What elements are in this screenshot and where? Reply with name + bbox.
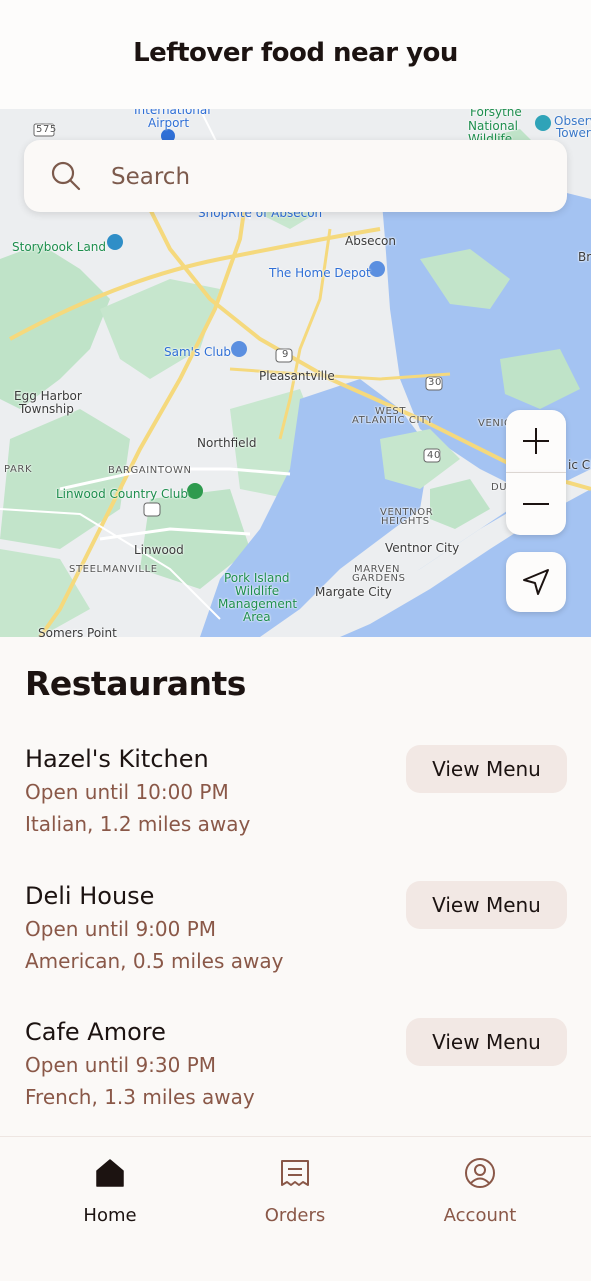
map-label-gardens: GARDENS	[352, 573, 406, 584]
restaurant-info: Italian, 1.2 miles away	[25, 812, 251, 836]
map-label-home-depot: The Home Depot	[269, 266, 371, 280]
map-label-egg-harbor: Egg Harbor	[14, 389, 82, 403]
map-label-park: PARK	[4, 464, 33, 475]
nav-label-account: Account	[443, 1205, 517, 1226]
search-icon	[51, 161, 81, 191]
restaurant-hours: Open until 10:00 PM	[25, 780, 229, 804]
restaurant-name: Cafe Amore	[25, 1018, 166, 1046]
page-title: Leftover food near you	[133, 38, 458, 68]
bottom-navigation: Home Orders Account	[0, 1136, 591, 1281]
restaurant-item: Cafe Amore Open until 9:30 PM French, 1.…	[0, 1018, 591, 1128]
view-menu-button[interactable]: View Menu	[406, 1018, 567, 1066]
zoom-out-button[interactable]	[506, 473, 566, 535]
map-label-somers-point: Somers Point	[38, 626, 117, 637]
map-label-margate-city: Margate City	[315, 585, 392, 599]
map-label-bargaintown: BARGAINTOWN	[108, 465, 192, 476]
map-label-linwood-cc: Linwood Country Club	[56, 487, 188, 501]
restaurant-hours: Open until 9:00 PM	[25, 917, 217, 941]
map-label-atlantic-city: ATLANTIC CITY	[352, 415, 434, 426]
minus-icon	[523, 503, 549, 505]
map-label-absecon: Absecon	[345, 234, 397, 248]
view-menu-button[interactable]: View Menu	[406, 881, 567, 929]
map-label-route-575: 575	[36, 124, 57, 135]
restaurant-info: French, 1.3 miles away	[25, 1085, 255, 1109]
my-location-button[interactable]	[506, 552, 566, 612]
nav-item-home[interactable]: Home	[30, 1137, 190, 1247]
receipt-icon	[281, 1160, 309, 1186]
restaurant-info: American, 0.5 miles away	[25, 949, 284, 973]
map-label-steelmanville: STEELMANVILLE	[69, 564, 158, 575]
restaurants-heading: Restaurants	[25, 664, 246, 703]
map-label-route-40: 40	[427, 450, 441, 461]
map-label-sams-club: Sam's Club	[164, 345, 231, 359]
map-label-forsythe: Forsythe	[470, 109, 522, 119]
map-label-route-30: 30	[428, 377, 442, 388]
view-menu-button[interactable]: View Menu	[406, 745, 567, 793]
map-label-management: Management	[218, 597, 298, 611]
map-label-ventnor-city: Ventnor City	[385, 541, 460, 555]
restaurant-name: Hazel's Kitchen	[25, 745, 209, 773]
nav-label-home: Home	[83, 1205, 137, 1226]
search-input[interactable]	[109, 140, 533, 214]
map-label-pork-island: Pork Island	[224, 571, 290, 585]
restaurant-hours: Open until 9:30 PM	[25, 1053, 217, 1077]
app-header: Leftover food near you	[0, 0, 591, 109]
search-bar[interactable]	[24, 140, 567, 214]
nav-label-orders: Orders	[264, 1205, 326, 1226]
restaurant-item: Deli House Open until 9:00 PM American, …	[0, 881, 591, 992]
restaurant-name: Deli House	[25, 882, 155, 910]
map-label-linwood: Linwood	[134, 543, 184, 557]
map-label-tower: Tower	[556, 126, 591, 140]
map-label-pleasantville: Pleasantville	[259, 369, 335, 383]
navigation-arrow-icon	[523, 569, 549, 595]
map-label-storybook-land: Storybook Land	[12, 240, 107, 254]
home-icon	[96, 1159, 124, 1187]
zoom-in-button[interactable]	[506, 410, 566, 472]
account-icon	[465, 1158, 495, 1188]
nav-item-orders[interactable]: Orders	[215, 1137, 375, 1247]
map-label-airport-2: Airport	[148, 116, 190, 130]
restaurant-item: Hazel's Kitchen Open until 10:00 PM Ital…	[0, 745, 591, 855]
map-label-ic-city: ic Cit	[568, 458, 591, 472]
map-label-heights: HEIGHTS	[381, 516, 430, 527]
map-label-national: National	[468, 119, 519, 133]
map-label-wildlife-2: Wildlife	[235, 584, 280, 598]
map-label-area: Area	[243, 610, 271, 624]
map-label-br: Br	[578, 250, 591, 264]
map-label-township: Township	[19, 402, 74, 416]
plus-icon	[523, 428, 549, 454]
nav-item-account[interactable]: Account	[400, 1137, 560, 1247]
map-label-northfield: Northfield	[197, 436, 257, 450]
map-label-route-9: 9	[282, 349, 289, 360]
